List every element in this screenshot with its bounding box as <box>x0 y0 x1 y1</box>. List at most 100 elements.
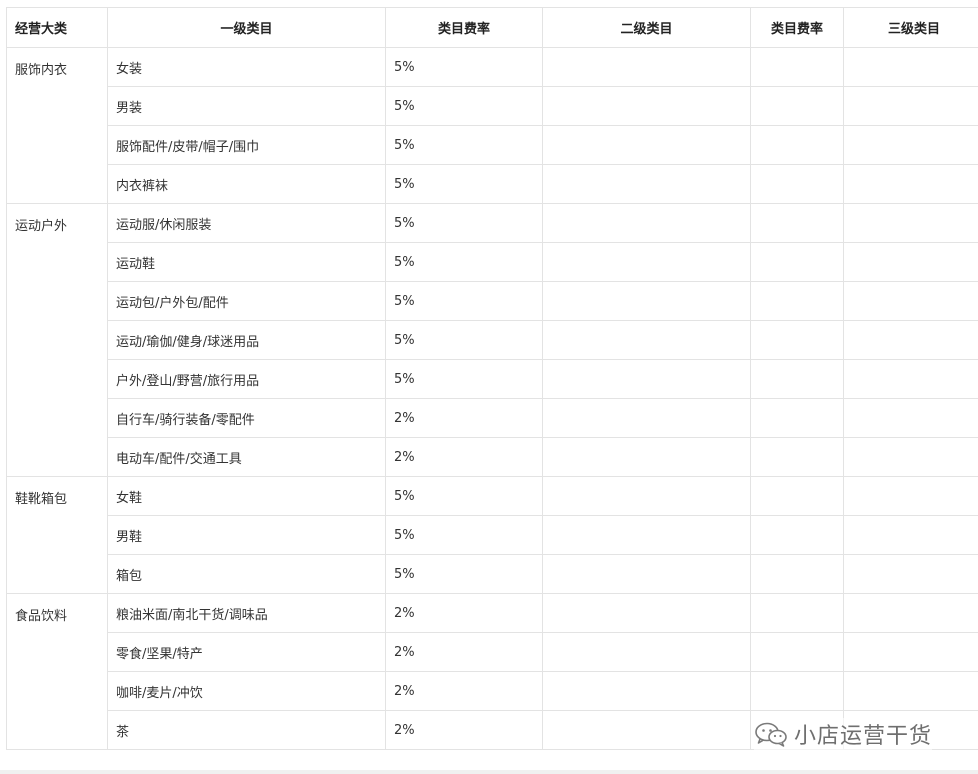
table-row: 男装 5% <box>7 86 978 126</box>
level2-category-cell <box>542 437 751 477</box>
table-row: 服饰内衣 女装 5% <box>6 47 978 204</box>
level3-category-cell <box>843 554 978 594</box>
level1-fee-rate-cell: 5% <box>385 125 543 165</box>
category-fee-table: 经营大类 一级类目 类目费率 二级类目 类目费率 三级类目 服饰内衣 女装 5% 男装… <box>6 7 978 750</box>
level1-fee-rate-cell: 2% <box>385 437 543 477</box>
level2-category-cell <box>542 164 751 204</box>
header-level1-category: 一级类目 <box>107 7 386 48</box>
table-row: 男鞋 5% <box>7 515 978 555</box>
business-category-cell: 服饰内衣 <box>6 47 108 204</box>
level2-fee-rate-cell <box>750 437 844 477</box>
level1-category-cell: 男装 <box>107 86 386 126</box>
level2-fee-rate-cell <box>750 398 844 438</box>
level1-fee-rate-cell: 5% <box>385 203 543 243</box>
level1-fee-rate-cell: 5% <box>385 359 543 399</box>
level3-category-cell <box>843 359 978 399</box>
level1-fee-rate-cell: 5% <box>385 47 543 87</box>
level2-category-cell <box>542 632 751 672</box>
level2-fee-rate-cell <box>750 47 844 87</box>
level1-category-cell: 粮油米面/南北干货/调味品 <box>107 593 386 633</box>
level1-category-cell: 女鞋 <box>107 476 386 516</box>
table-row: 运动户外 运动服/休闲服装 5% <box>6 203 978 477</box>
level2-category-cell <box>542 203 751 243</box>
table-row: 运动包/户外包/配件 5% <box>7 281 978 321</box>
level2-category-cell <box>542 593 751 633</box>
table-row: 内衣裤袜 5% <box>7 164 978 204</box>
level2-category-cell <box>542 125 751 165</box>
level1-category-cell: 运动服/休闲服装 <box>107 203 386 243</box>
level1-fee-rate-cell: 2% <box>385 593 543 633</box>
level1-fee-rate-cell: 5% <box>385 281 543 321</box>
level3-category-cell <box>843 242 978 282</box>
level2-category-cell <box>542 476 751 516</box>
level1-category-cell: 自行车/骑行装备/零配件 <box>107 398 386 438</box>
table-row: 运动鞋 5% <box>7 242 978 282</box>
level1-category-cell: 零食/坚果/特产 <box>107 632 386 672</box>
level2-category-cell <box>542 710 751 750</box>
header-level1-fee-rate: 类目费率 <box>385 7 543 48</box>
table-row: 服饰配件/皮带/帽子/围巾 5% <box>7 125 978 165</box>
level2-fee-rate-cell <box>750 125 844 165</box>
level2-fee-rate-cell <box>750 320 844 360</box>
level1-category-cell: 电动车/配件/交通工具 <box>107 437 386 477</box>
table-header-row: 经营大类 一级类目 类目费率 二级类目 类目费率 三级类目 <box>6 7 978 48</box>
level1-fee-rate-cell: 2% <box>385 671 543 711</box>
table-row: 咖啡/麦片/冲饮 2% <box>7 671 978 711</box>
level1-fee-rate-cell: 5% <box>385 476 543 516</box>
level2-category-cell <box>542 47 751 87</box>
table-row: 食品饮料 粮油米面/南北干货/调味品 2% <box>6 593 978 750</box>
level3-category-cell <box>843 671 978 711</box>
level1-fee-rate-cell: 2% <box>385 398 543 438</box>
level2-category-cell <box>542 515 751 555</box>
business-category-cell: 运动户外 <box>6 203 108 477</box>
header-business-category: 经营大类 <box>6 7 108 48</box>
level2-category-cell <box>542 554 751 594</box>
level1-fee-rate-cell: 5% <box>385 320 543 360</box>
level2-fee-rate-cell <box>750 242 844 282</box>
header-level2-category: 二级类目 <box>542 7 751 48</box>
level3-category-cell <box>843 47 978 87</box>
level1-category-cell: 女装 <box>107 47 386 87</box>
level2-category-cell <box>542 242 751 282</box>
table-row: 电动车/配件/交通工具 2% <box>7 437 978 477</box>
table-row: 鞋靴箱包 女鞋 5% <box>6 476 978 594</box>
level2-fee-rate-cell <box>750 203 844 243</box>
table-body: 服饰内衣 女装 5% 男装 5% 服饰配件/皮带/帽子/围巾 5% 内衣裤袜 5% 运动户外 运动服… <box>6 47 978 750</box>
level1-category-cell: 男鞋 <box>107 515 386 555</box>
wechat-icon <box>754 721 788 747</box>
level2-fee-rate-cell <box>750 593 844 633</box>
table-row: 零食/坚果/特产 2% <box>7 632 978 672</box>
level3-category-cell <box>843 203 978 243</box>
level1-category-cell: 户外/登山/野营/旅行用品 <box>107 359 386 399</box>
header-level2-fee-rate: 类目费率 <box>750 7 844 48</box>
level2-fee-rate-cell <box>750 86 844 126</box>
level1-category-cell: 内衣裤袜 <box>107 164 386 204</box>
business-category-cell: 食品饮料 <box>6 593 108 750</box>
level3-category-cell <box>843 86 978 126</box>
level2-fee-rate-cell <box>750 359 844 399</box>
level2-category-cell <box>542 281 751 321</box>
level1-fee-rate-cell: 2% <box>385 710 543 750</box>
header-level3-category: 三级类目 <box>843 7 978 48</box>
level1-fee-rate-cell: 5% <box>385 515 543 555</box>
level2-category-cell <box>542 671 751 711</box>
watermark: 小店运营干货 <box>754 718 933 750</box>
level2-fee-rate-cell <box>750 554 844 594</box>
level2-fee-rate-cell <box>750 671 844 711</box>
level3-category-cell <box>843 632 978 672</box>
bottom-divider <box>0 770 978 774</box>
level1-fee-rate-cell: 5% <box>385 164 543 204</box>
level2-fee-rate-cell <box>750 164 844 204</box>
level3-category-cell <box>843 515 978 555</box>
level3-category-cell <box>843 476 978 516</box>
table-row: 运动/瑜伽/健身/球迷用品 5% <box>7 320 978 360</box>
business-category-cell: 鞋靴箱包 <box>6 476 108 594</box>
level1-category-cell: 服饰配件/皮带/帽子/围巾 <box>107 125 386 165</box>
level1-fee-rate-cell: 5% <box>385 242 543 282</box>
level3-category-cell <box>843 164 978 204</box>
level1-category-cell: 运动包/户外包/配件 <box>107 281 386 321</box>
level2-category-cell <box>542 398 751 438</box>
table-row: 户外/登山/野营/旅行用品 5% <box>7 359 978 399</box>
table-row: 箱包 5% <box>7 554 978 594</box>
watermark-text: 小店运营干货 <box>794 724 933 749</box>
